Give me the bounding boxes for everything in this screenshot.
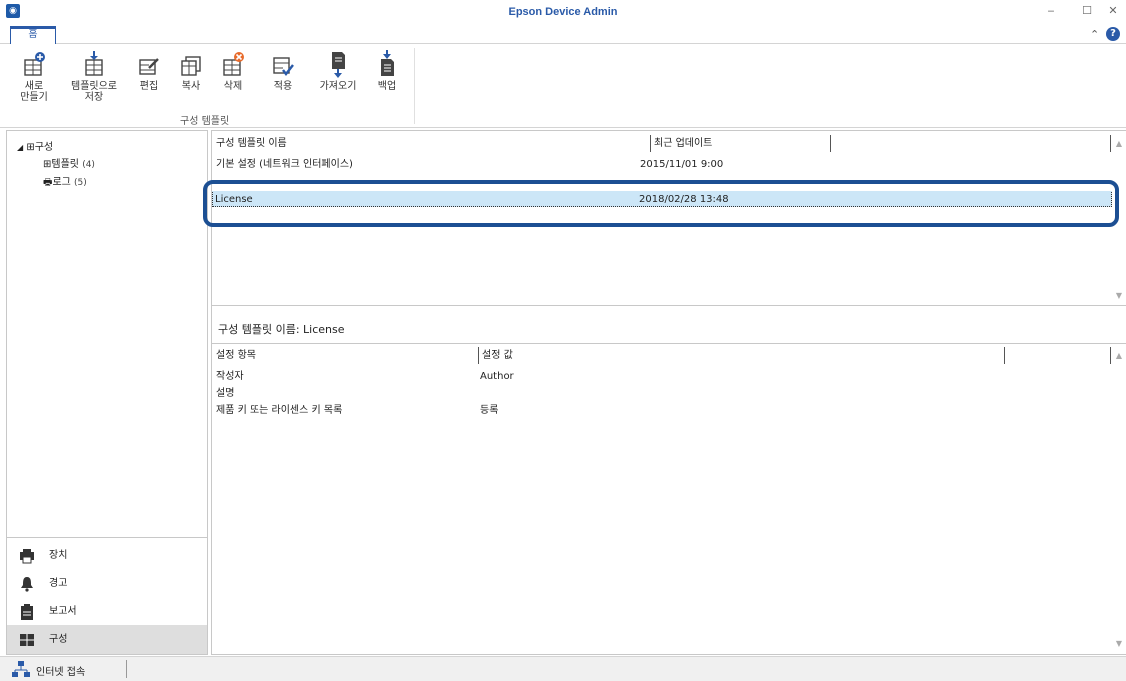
backup-icon: [381, 50, 394, 76]
tree-logs-label: 로그: [52, 177, 71, 188]
grid-icon: ⊞: [26, 142, 35, 153]
ribbon-tabs: 홈 ⌃ ?: [0, 24, 1126, 45]
ribbon: 새로 만들기 템플릿으로 저장 편집 복사 삭제 적용 가져오기 백업 구성 템…: [0, 44, 1126, 128]
scroll-up-icon[interactable]: ▲: [1116, 139, 1122, 148]
new-button[interactable]: 새로 만들기: [16, 50, 52, 103]
window-title: Epson Device Admin: [508, 6, 618, 18]
nav-reports-label: 보고서: [49, 606, 77, 617]
minimize-icon[interactable]: ‒: [1042, 2, 1060, 20]
tree-item-templates[interactable]: ⊞템플릿 (4): [43, 155, 95, 170]
status-bar: 인터넷 접속: [0, 656, 1126, 681]
tree-templates-label: 템플릿: [51, 159, 79, 170]
setting-item-cell: 설명: [216, 388, 235, 399]
new-label: 새로 만들기: [20, 81, 48, 103]
updated-cell: 2015/11/01 9:00: [640, 159, 724, 170]
nav-item-devices[interactable]: 장치: [7, 541, 207, 570]
edit-icon: [139, 58, 159, 75]
column-separator[interactable]: [650, 135, 651, 152]
apply-label: 적용: [273, 81, 293, 92]
table-row[interactable]: 작성자 Author: [212, 368, 1112, 385]
title-bar: ◉ Epson Device Admin ‒ ☐ ✕: [0, 0, 1126, 24]
tree-item-logs[interactable]: 🖶로그 (5): [43, 173, 87, 192]
apply-icon: [273, 57, 294, 76]
nav-alerts-label: 경고: [49, 578, 68, 589]
copy-label: 복사: [181, 81, 201, 92]
copy-icon: [181, 56, 201, 76]
navigation-pane: ◢ ⊞구성 ⊞템플릿 (4) 🖶로그 (5) 장치 경고 보고서 구성: [6, 130, 208, 655]
ribbon-group-separator: [414, 48, 415, 124]
copy-button[interactable]: 복사: [176, 50, 206, 92]
close-icon[interactable]: ✕: [1104, 2, 1122, 20]
setting-value-cell: 등록: [480, 405, 499, 416]
delete-icon: [223, 52, 244, 76]
scroll-down-icon[interactable]: ▼: [1116, 291, 1122, 300]
scroll-up-icon[interactable]: ▲: [1116, 351, 1122, 360]
left-pane-divider: [7, 537, 207, 538]
column-separator[interactable]: [830, 135, 831, 152]
backup-button[interactable]: 백업: [372, 50, 402, 92]
column-header-setting-item[interactable]: 설정 항목: [216, 347, 256, 364]
setting-item-cell: 작성자: [216, 371, 244, 382]
nav-item-reports[interactable]: 보고서: [7, 597, 207, 626]
detail-title: 구성 템플릿 이름: License: [218, 323, 345, 336]
nav-item-alerts[interactable]: 경고: [7, 569, 207, 598]
tree-logs-count: (5): [74, 178, 87, 188]
tree-root-label: 구성: [34, 142, 54, 153]
save-template-icon: [85, 51, 103, 76]
template-name-cell: 기본 설정 (네트워크 인터페이스): [216, 159, 353, 170]
detail-divider: [212, 343, 1126, 344]
delete-button[interactable]: 삭제: [218, 50, 248, 92]
import-icon: [332, 52, 345, 78]
report-icon: [21, 604, 33, 620]
network-icon: [12, 661, 30, 677]
internet-connection-label[interactable]: 인터넷 접속: [36, 663, 85, 678]
pane-divider: [212, 305, 1126, 306]
apply-button[interactable]: 적용: [268, 50, 298, 92]
scroll-down-icon[interactable]: ▼: [1116, 639, 1122, 648]
save-template-button[interactable]: 템플릿으로 저장: [66, 50, 122, 103]
column-separator[interactable]: [1110, 347, 1111, 364]
new-template-icon: [24, 52, 45, 76]
config-grid-icon: [20, 634, 34, 646]
backup-label: 백업: [377, 81, 397, 92]
edit-label: 편집: [139, 81, 159, 92]
edit-button[interactable]: 편집: [134, 50, 164, 92]
nav-devices-label: 장치: [49, 550, 68, 561]
table-row[interactable]: 제품 키 또는 라이센스 키 목록 등록: [212, 402, 1112, 419]
nav-config-label: 구성: [49, 634, 68, 645]
column-header-updated[interactable]: 최근 업데이트: [654, 135, 712, 152]
save-template-label: 템플릿으로 저장: [71, 81, 117, 103]
help-icon[interactable]: ?: [1106, 27, 1120, 41]
delete-label: 삭제: [223, 81, 243, 92]
tree-templates-count: (4): [82, 160, 95, 170]
import-button[interactable]: 가져오기: [316, 50, 360, 92]
tree-collapse-icon[interactable]: ◢: [17, 143, 23, 152]
ribbon-group-label: 구성 템플릿: [180, 116, 230, 127]
column-separator[interactable]: [478, 347, 479, 364]
column-header-template-name[interactable]: 구성 템플릿 이름: [216, 135, 287, 152]
nav-item-config[interactable]: 구성: [7, 625, 207, 654]
table-row[interactable]: 설명: [212, 385, 1112, 402]
device-icon: [20, 549, 34, 564]
column-separator[interactable]: [1004, 347, 1005, 364]
status-separator: [126, 660, 127, 678]
column-header-setting-value[interactable]: 설정 값: [482, 347, 513, 364]
column-separator[interactable]: [1110, 135, 1111, 152]
highlight-ring: [203, 180, 1119, 227]
setting-value-cell: Author: [480, 371, 514, 382]
tab-home[interactable]: 홈: [10, 26, 56, 45]
collapse-ribbon-icon[interactable]: ⌃: [1090, 28, 1099, 41]
setting-item-cell: 제품 키 또는 라이센스 키 목록: [216, 405, 343, 416]
import-label: 가져오기: [319, 81, 357, 92]
bell-icon: [21, 577, 33, 592]
tree-root-config[interactable]: ◢ ⊞구성: [17, 138, 53, 153]
table-row[interactable]: 기본 설정 (네트워크 인터페이스) 2015/11/01 9:00: [212, 156, 1112, 173]
maximize-icon[interactable]: ☐: [1078, 2, 1096, 20]
